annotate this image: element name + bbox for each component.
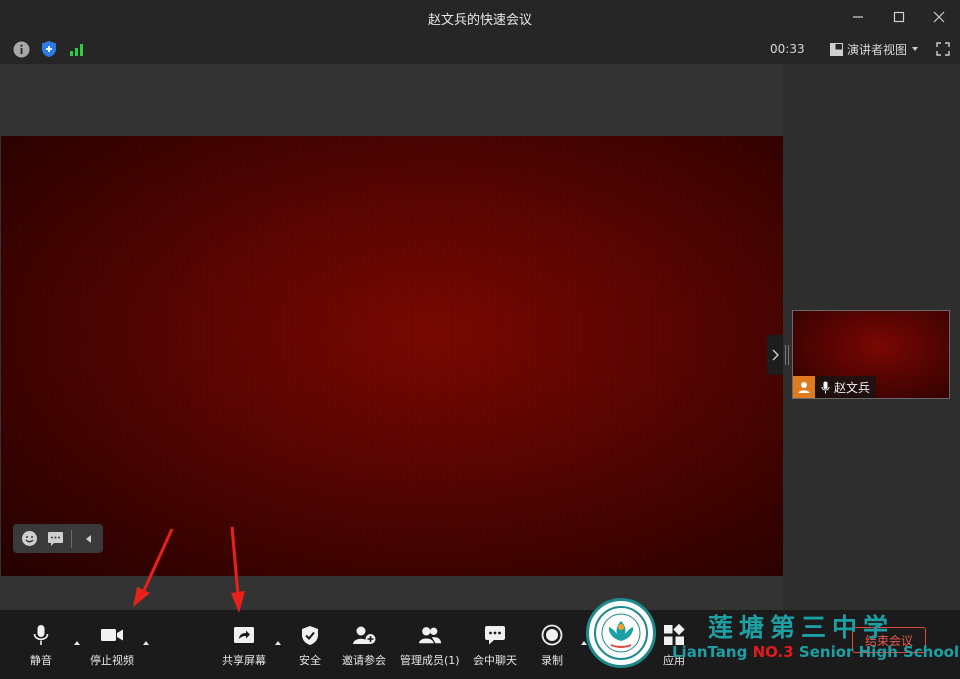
title-bar: 赵文兵的快速会议 [0, 0, 960, 34]
speaker-view-label: 演讲者视图 [847, 42, 908, 57]
chat-button[interactable]: 会中聊天 [473, 624, 517, 668]
triangle-left-icon [86, 534, 91, 543]
meeting-timer: 00:33 [770, 42, 805, 56]
school-name-en-suffix: Senior High School [793, 643, 960, 661]
chat-label: 会中聊天 [473, 654, 517, 667]
signal-icon [70, 44, 83, 56]
manage-members-button[interactable]: 管理成员(1) [400, 624, 460, 668]
record-button[interactable]: 录制 [540, 624, 564, 668]
user-icon [798, 382, 810, 393]
share-screen-button[interactable]: 共享屏幕 [222, 624, 266, 668]
window-title: 赵文兵的快速会议 [427, 13, 532, 28]
shield-check-icon [302, 625, 318, 645]
caret-up-icon [143, 641, 149, 645]
audio-options-button[interactable] [72, 638, 82, 648]
microphone-icon [821, 381, 830, 393]
close-button[interactable] [927, 6, 951, 28]
shield-icon [42, 41, 56, 57]
fullscreen-button[interactable] [934, 40, 952, 58]
users-icon [418, 627, 441, 644]
smiley-icon [21, 531, 37, 546]
participant-name-tag: 赵文兵 [793, 376, 877, 398]
security-label: 安全 [299, 654, 321, 667]
school-name-en-no: NO.3 [752, 643, 794, 661]
caret-up-icon [74, 641, 80, 645]
chevron-right-icon [772, 349, 779, 361]
network-quality-button[interactable] [68, 40, 86, 58]
record-icon [541, 624, 563, 646]
security-status-button[interactable] [40, 40, 58, 58]
main-video-area [0, 64, 783, 610]
avatar [793, 376, 815, 398]
collapse-panel-button[interactable] [767, 335, 783, 375]
video-camera-icon [101, 629, 123, 641]
school-watermark: 莲塘第三中学 LianTang NO.3 Senior High School [586, 598, 960, 670]
collapse-reactions-button[interactable] [78, 529, 98, 549]
school-name-cn: 莲塘第三中学 [708, 613, 895, 642]
annotation-arrow-video [133, 528, 174, 607]
minimize-icon [853, 16, 863, 18]
emoji-reaction-button[interactable] [19, 529, 39, 549]
security-button[interactable]: 安全 [298, 624, 322, 668]
school-logo [586, 598, 656, 668]
fullscreen-icon [936, 42, 950, 56]
panel-resize-handle[interactable] [785, 345, 789, 365]
minimize-button[interactable] [846, 6, 870, 28]
share-options-button[interactable] [273, 638, 283, 648]
microphone-icon [33, 625, 49, 645]
stop-video-button[interactable]: 停止视频 [90, 624, 134, 668]
reaction-divider [71, 529, 72, 548]
share-screen-icon [234, 627, 254, 643]
participant-thumbnail[interactable]: 赵文兵 [792, 310, 950, 399]
invite-button[interactable]: 邀请参会 [342, 624, 386, 668]
school-name-en: LianTang NO.3 Senior High School [672, 643, 959, 661]
message-icon [47, 532, 63, 546]
manage-members-label: 管理成员(1) [400, 654, 460, 667]
maximize-icon [893, 11, 905, 23]
share-screen-label: 共享屏幕 [222, 654, 266, 667]
maximize-button[interactable] [887, 6, 911, 28]
close-icon [933, 11, 945, 23]
meeting-info-bar: 00:33 演讲者视图 [0, 34, 960, 64]
invite-label: 邀请参会 [342, 654, 386, 667]
mute-button[interactable]: 静音 [29, 624, 53, 668]
participant-name: 赵文兵 [834, 380, 871, 395]
stop-video-label: 停止视频 [90, 654, 134, 667]
mute-label: 静音 [30, 654, 52, 667]
caret-down-icon [912, 47, 919, 51]
lotus-logo-icon [594, 606, 648, 660]
record-label: 录制 [541, 654, 563, 667]
speaker-view-button[interactable]: 演讲者视图 [830, 40, 919, 58]
video-options-button[interactable] [141, 638, 151, 648]
reaction-bar [13, 524, 103, 553]
caret-up-icon [275, 641, 281, 645]
annotation-arrow-share [230, 526, 245, 613]
school-name-en-prefix: LianTang [672, 643, 753, 661]
bullet-chat-button[interactable] [45, 529, 65, 549]
shared-video [1, 136, 783, 576]
add-user-icon [353, 626, 376, 644]
info-icon [13, 41, 29, 57]
layout-icon [830, 42, 843, 56]
chat-icon [485, 626, 505, 645]
meeting-info-button[interactable] [12, 40, 30, 58]
